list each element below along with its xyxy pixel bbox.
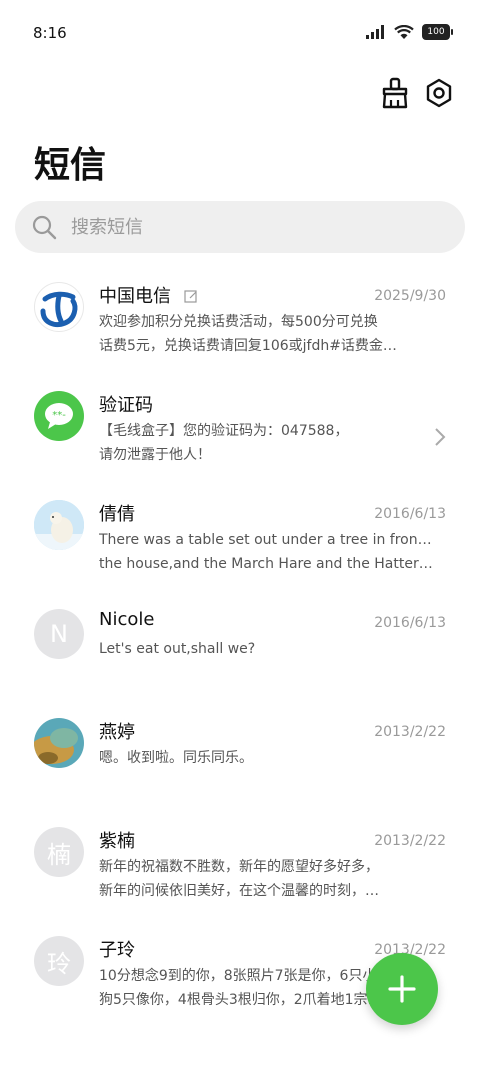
conversation-date: 2025/9/30: [374, 288, 446, 304]
conversation-item[interactable]: **- 验证码 【毛线盒子】您的验证码为：047588， 请勿泄露于他人！: [0, 377, 480, 486]
plus-icon: [388, 975, 416, 1003]
conversation-snippet: 欢迎参加积分兑换话费活动，每500分可兑换 话费5元，兑换话费请回复106或jf…: [99, 310, 437, 358]
conversation-item[interactable]: 中国电信 2025/9/30 欢迎参加积分兑换话费活动，每500分可兑换 话费5…: [0, 268, 480, 377]
snippet-line: 话费5元，兑换话费请回复106或jfdh#话费金…: [99, 338, 397, 354]
clean-button[interactable]: [378, 76, 412, 110]
status-icons: 100: [366, 24, 453, 40]
conversation-name: 紫楠: [99, 831, 135, 852]
brush-icon: [382, 77, 408, 109]
conversation-item[interactable]: 燕婷 2013/2/22 嗯。收到啦。同乐同乐。: [0, 704, 480, 813]
conversation-date: 2013/2/22: [374, 724, 446, 740]
conversation-date: 2016/6/13: [374, 615, 446, 631]
conversation-name: 验证码: [99, 395, 153, 416]
conversation-item[interactable]: 楠 紫楠 2013/2/22 新年的祝福数不胜数，新年的愿望好多好多， 新年的问…: [0, 813, 480, 922]
conversation-snippet: 【毛线盒子】您的验证码为：047588， 请勿泄露于他人！: [99, 419, 437, 467]
conversation-list: 中国电信 2025/9/30 欢迎参加积分兑换话费活动，每500分可兑换 话费5…: [0, 268, 480, 1031]
chevron-right-icon: [435, 428, 446, 446]
conversation-name: Nicole: [99, 609, 155, 630]
letter-avatar: 玲: [34, 936, 84, 986]
conversation-name: 子玲: [99, 940, 135, 961]
conversation-snippet: There was a table set out under a tree i…: [99, 528, 437, 576]
polar-bear-avatar: [34, 500, 84, 550]
polar-bear-icon: [34, 500, 84, 550]
message-app-avatar: **-: [34, 391, 84, 441]
snippet-line: 欢迎参加积分兑换话费活动，每500分可兑换: [99, 314, 378, 330]
battery-icon: 100: [422, 24, 453, 40]
snippet-line: 新年的问候依旧美好，在这个温馨的时刻，…: [99, 883, 379, 899]
conversation-name: 燕婷: [99, 722, 135, 743]
china-telecom-logo: [34, 282, 84, 332]
conversation-date: 2016/6/13: [374, 506, 446, 522]
conversation-name: 倩倩: [99, 504, 135, 525]
conversation-item[interactable]: 倩倩 2016/6/13 There was a table set out u…: [0, 486, 480, 595]
edit-note-icon: [184, 290, 197, 303]
conversation-snippet: 新年的祝福数不胜数，新年的愿望好多好多， 新年的问候依旧美好，在这个温馨的时刻，…: [99, 855, 437, 903]
snippet-line: 嗯。收到啦。同乐同乐。: [99, 750, 253, 766]
status-time: 8:16: [33, 24, 67, 42]
letter-avatar: 楠: [34, 827, 84, 877]
chat-bubble-icon: **-: [45, 403, 73, 429]
conversation-snippet: 嗯。收到啦。同乐同乐。: [99, 746, 437, 770]
snippet-line: 请勿泄露于他人！: [99, 447, 211, 463]
status-bar: 8:16 100: [0, 0, 480, 60]
conversation-date: 2013/2/22: [374, 833, 446, 849]
conversation-snippet: Let's eat out,shall we?: [99, 637, 437, 661]
settings-hex-icon: [426, 78, 452, 108]
snippet-line: 新年的祝福数不胜数，新年的愿望好多好多，: [99, 859, 379, 875]
snippet-line: There was a table set out under a tree i…: [99, 532, 437, 548]
search-icon: [32, 215, 57, 240]
telecom-logo-icon: [40, 291, 78, 327]
search-input[interactable]: [69, 215, 433, 239]
signal-icon: [366, 25, 384, 39]
snippet-line: Let's eat out,shall we?: [99, 641, 256, 657]
snippet-line: the house,and the March Hare and the Hat…: [99, 556, 437, 572]
landscape-photo-icon: [34, 718, 84, 768]
conversation-name: 中国电信: [99, 286, 171, 307]
snippet-line: 【毛线盒子】您的验证码为：047588，: [99, 423, 349, 439]
settings-button[interactable]: [422, 76, 456, 110]
search-bar[interactable]: [15, 201, 465, 253]
conversation-item[interactable]: N Nicole 2016/6/13 Let's eat out,shall w…: [0, 595, 480, 704]
letter-avatar: N: [34, 609, 84, 659]
svg-text:**-: **-: [52, 410, 66, 421]
new-message-button[interactable]: [366, 953, 438, 1025]
landscape-avatar: [34, 718, 84, 768]
wifi-icon: [394, 24, 414, 39]
page-title: 短信: [34, 145, 107, 186]
